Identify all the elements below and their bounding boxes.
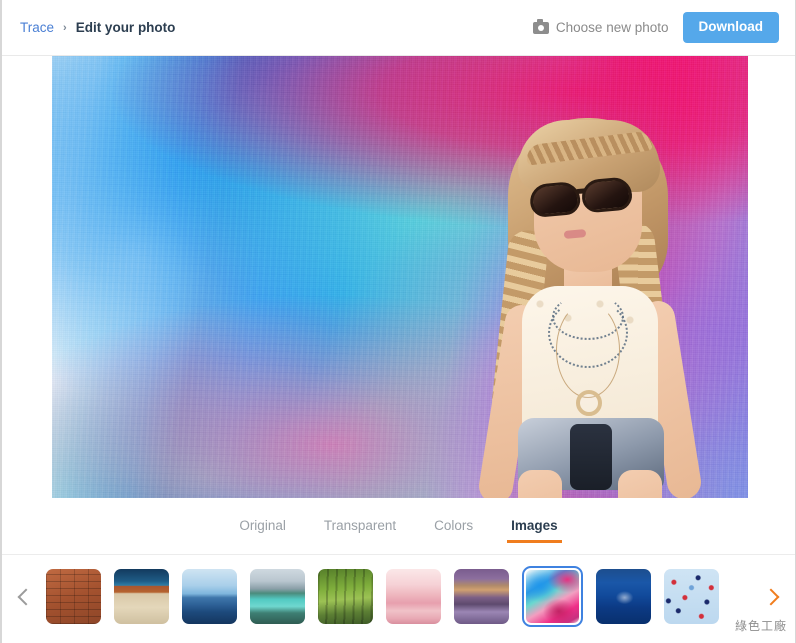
thumbnail-brick-wall[interactable] xyxy=(46,569,101,624)
subject-leg-right xyxy=(618,470,662,498)
tab-images[interactable]: Images xyxy=(507,516,562,543)
chevron-left-icon xyxy=(17,588,35,605)
tab-original-label: Original xyxy=(239,518,286,533)
photo-stage xyxy=(2,56,795,506)
download-button[interactable]: Download xyxy=(682,12,779,43)
breadcrumb: Trace › Edit your photo xyxy=(20,20,175,35)
breadcrumb-separator-icon: › xyxy=(63,21,67,34)
subject-pendant xyxy=(576,390,602,416)
background-thumbnail-strip: 綠色工廠 xyxy=(2,554,795,638)
breadcrumb-current-page: Edit your photo xyxy=(75,20,176,35)
chevron-right-icon xyxy=(762,588,780,605)
tab-transparent[interactable]: Transparent xyxy=(322,516,398,543)
thumbnail-list xyxy=(46,566,751,627)
thumbnail-colorful-paint-selected[interactable] xyxy=(522,566,583,627)
sunglasses-lens-left xyxy=(528,180,582,219)
tab-images-label: Images xyxy=(511,518,558,533)
breadcrumb-link-trace[interactable]: Trace xyxy=(20,20,54,35)
tab-transparent-label: Transparent xyxy=(323,518,397,533)
thumbnail-venice-canal[interactable] xyxy=(454,569,509,624)
thumbnail-mountain-lake[interactable] xyxy=(250,569,305,624)
thumbnail-blue-mountains[interactable] xyxy=(182,569,237,624)
editor-tabs: Original Transparent Colors Images xyxy=(2,506,795,554)
app-window: Trace › Edit your photo Choose new photo… xyxy=(0,0,796,643)
app-header: Trace › Edit your photo Choose new photo… xyxy=(2,0,795,56)
sunglasses-lens-right xyxy=(580,176,634,214)
watermark: 綠色工廠 xyxy=(734,619,787,633)
strip-prev-button[interactable] xyxy=(2,588,46,605)
subject-leg-left xyxy=(518,470,562,498)
choose-new-photo-label: Choose new photo xyxy=(555,20,669,35)
camera-icon xyxy=(532,18,549,34)
thumbnail-colorful-paint-image xyxy=(526,570,579,623)
photo-subject-person xyxy=(456,118,726,498)
tab-original[interactable]: Original xyxy=(237,516,288,543)
thumbnail-desert-beach[interactable] xyxy=(114,569,169,624)
subject-necklace-long xyxy=(556,302,620,398)
header-actions: Choose new photo Download xyxy=(532,12,779,43)
thumbnail-pink-waves[interactable] xyxy=(386,569,441,624)
edited-photo-preview[interactable] xyxy=(52,56,748,498)
tab-colors-label: Colors xyxy=(434,518,474,533)
strip-next-button[interactable] xyxy=(751,588,795,605)
tab-colors[interactable]: Colors xyxy=(432,516,475,543)
thumbnail-confetti-pattern[interactable] xyxy=(664,569,719,624)
thumbnail-deep-sea[interactable] xyxy=(596,569,651,624)
thumbnail-green-forest[interactable] xyxy=(318,569,373,624)
choose-new-photo-button[interactable]: Choose new photo xyxy=(532,18,669,35)
